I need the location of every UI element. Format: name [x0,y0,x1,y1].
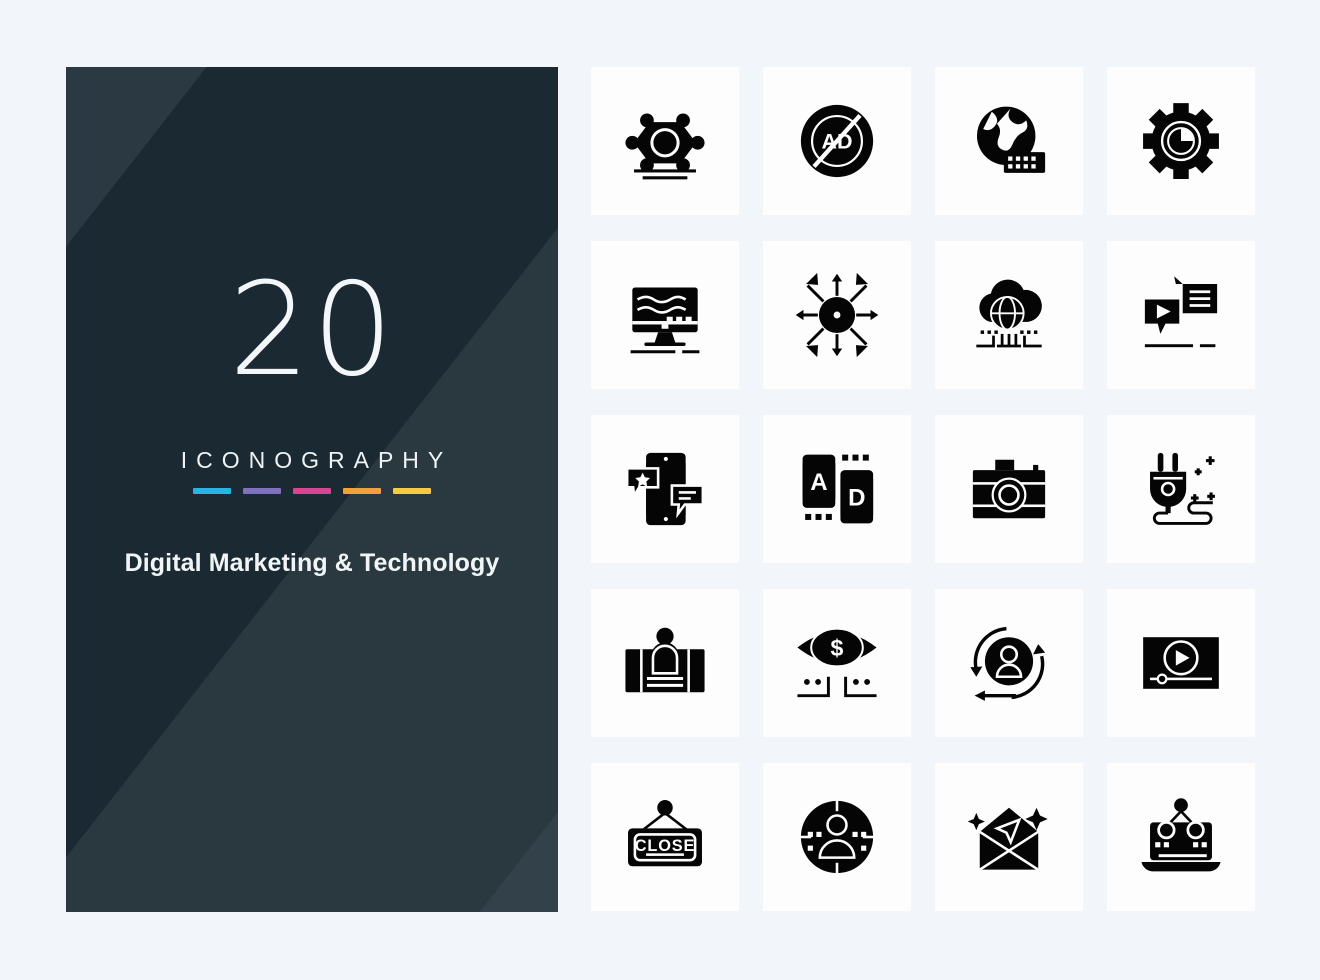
cover-title: Digital Marketing & Technology [124,549,500,577]
icon-cell-user-retention[interactable] [935,589,1083,737]
id-card-icon [625,627,705,693]
icon-cell-desktop-monitor[interactable] [591,241,739,389]
icon-cell-id-card[interactable] [591,589,739,737]
laptop-network-icon [1141,798,1221,872]
icon-cell-ad-block[interactable]: AD [763,67,911,215]
close-sign-icon: CLOSE [628,800,702,867]
icon-cell-target-audience[interactable] [763,763,911,911]
user-retention-icon [970,626,1046,701]
swatch-cyan [193,488,231,494]
ab-testing-icon: A D [802,454,874,524]
cover-panel: 20 ICONOGRAPHY Digital Marketing & Techn… [66,67,558,912]
desktop-monitor-icon [630,287,700,354]
icon-cell-camera[interactable] [935,415,1083,563]
swatch-yellow [393,488,431,494]
icon-count: 20 [228,256,396,405]
icon-cell-email-send[interactable] [935,763,1083,911]
cloud-network-icon [976,279,1042,348]
camera-icon [972,459,1046,519]
target-audience-icon [799,799,875,875]
swatch-purple [243,488,281,494]
icon-cell-laptop-network[interactable] [1107,763,1255,911]
gear-analytics-icon [1143,103,1219,180]
mobile-review-icon [625,452,705,526]
eye-dollar-icon: $ [797,627,877,698]
icon-cell-gear-analytics[interactable] [1107,67,1255,215]
icon-cell-close-sign[interactable]: CLOSE [591,763,739,911]
icon-cell-video-player[interactable] [1107,589,1255,737]
close-sign-label: CLOSE [635,837,696,855]
icon-cell-global-server[interactable] [935,67,1083,215]
video-chat-icon [1144,276,1218,348]
ad-block-icon: AD [800,104,874,178]
eye-dollar-label: $ [831,635,844,661]
icon-set-page: 20 ICONOGRAPHY Digital Marketing & Techn… [0,0,1320,980]
icon-cell-distribution[interactable] [763,241,911,389]
ab-testing-label-d: D [848,484,865,511]
icon-cell-cloud-network[interactable] [935,241,1083,389]
color-swatch-row [193,488,431,494]
global-server-icon [976,106,1046,173]
icon-cell-network-node[interactable] [591,67,739,215]
ab-testing-label-a: A [810,469,827,496]
icon-cell-ab-testing[interactable]: A D [763,415,911,563]
icon-cell-eye-dollar[interactable]: $ [763,589,911,737]
icon-cell-mobile-review[interactable] [591,415,739,563]
video-player-icon [1143,637,1219,689]
swatch-magenta [293,488,331,494]
distribution-arrows-icon [795,272,879,358]
email-send-icon [967,807,1048,871]
swatch-orange [343,488,381,494]
icon-cell-video-chat[interactable] [1107,241,1255,389]
power-plug-icon [1150,452,1215,525]
cover-subtitle: ICONOGRAPHY [180,447,453,473]
network-node-icon [625,113,705,180]
icon-grid: AD $ CLOSE [591,67,1256,911]
icon-cell-power-plug[interactable] [1107,415,1255,563]
